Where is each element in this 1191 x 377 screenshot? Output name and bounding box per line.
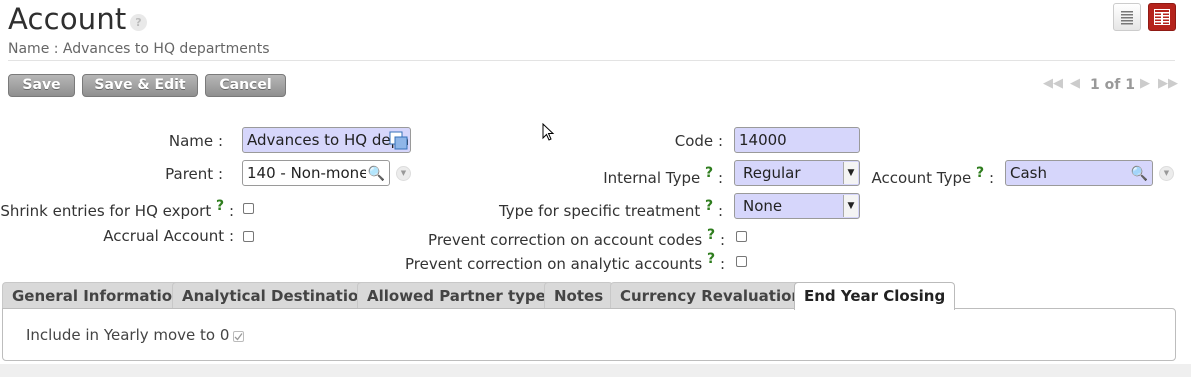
record-subtitle: Name : Advances to HQ departments (8, 41, 270, 57)
tab-notes[interactable]: Notes (544, 282, 614, 309)
name-label: Name : (168, 132, 223, 150)
search-icon[interactable]: 🔍 (365, 162, 385, 185)
help-icon[interactable]: ? (216, 198, 224, 214)
shrink-checkbox[interactable] (243, 203, 254, 214)
tab-currency-revaluation[interactable]: Currency Revaluation (610, 282, 813, 309)
prevent-analytic-label: Prevent correction on analytic accounts … (404, 251, 725, 273)
page-title: Account (8, 2, 127, 36)
include-yearly-checkbox[interactable] (233, 331, 244, 342)
tab-general-information[interactable]: General Information (2, 282, 193, 309)
specific-treatment-label: Type for specific treatment ? : (498, 198, 723, 220)
help-icon[interactable]: ? (707, 251, 715, 267)
code-input[interactable]: 14000 (734, 127, 860, 153)
header-divider (8, 60, 1175, 61)
shrink-label: Shrink entries for HQ export ? : (0, 198, 234, 220)
parent-input[interactable]: 140 - Non-moneta 🔍 (242, 160, 390, 186)
internal-type-select[interactable]: Regular ▼ (734, 160, 860, 186)
include-yearly-label: Include in Yearly move to 0 : (26, 326, 239, 344)
save-button[interactable]: Save (8, 74, 75, 97)
list-view-button[interactable] (1113, 3, 1141, 31)
last-page-icon[interactable]: ▶▶ (1158, 76, 1178, 91)
first-page-icon[interactable]: ◀◀ (1043, 76, 1063, 91)
specific-treatment-select[interactable]: None ▼ (734, 193, 860, 219)
help-icon[interactable]: ? (130, 14, 147, 31)
pager-label: 1 of 1 (1090, 77, 1135, 93)
help-icon[interactable]: ? (707, 227, 715, 243)
prev-page-icon[interactable]: ◀ (1070, 76, 1080, 91)
mouse-cursor-icon (542, 123, 555, 141)
name-input[interactable]: Advances to HQ depa (242, 127, 411, 153)
help-icon[interactable]: ? (705, 198, 713, 214)
prevent-analytic-checkbox[interactable] (736, 256, 747, 267)
checkmark-icon (234, 333, 243, 341)
tab-end-year-closing[interactable]: End Year Closing (794, 282, 956, 310)
account-type-label: Account Type ? : (871, 165, 994, 187)
search-icon[interactable]: 🔍 (1131, 162, 1148, 185)
prevent-codes-label: Prevent correction on account codes ? : (428, 227, 725, 249)
tab-allowed-partner-types[interactable]: Allowed Partner types (357, 282, 565, 309)
tab-analytical-destination[interactable]: Analytical Destination (172, 282, 379, 309)
chevron-down-icon[interactable]: ▼ (396, 166, 411, 181)
form-view-icon (1154, 9, 1170, 25)
select-arrow-icon: ▼ (843, 162, 858, 184)
cancel-button[interactable]: Cancel (205, 74, 286, 97)
tab-panel: Include in Yearly move to 0 : (2, 308, 1176, 361)
translate-icon[interactable] (389, 131, 409, 152)
list-view-icon (1121, 11, 1133, 25)
help-icon[interactable]: ? (705, 165, 713, 181)
parent-label: Parent : (165, 165, 223, 183)
select-arrow-icon: ▼ (843, 195, 858, 217)
bottom-strip (0, 364, 1191, 377)
account-type-input[interactable]: Cash 🔍 (1005, 160, 1153, 186)
next-page-icon[interactable]: ▶ (1140, 76, 1150, 91)
code-label: Code : (674, 132, 723, 150)
prevent-codes-checkbox[interactable] (736, 231, 747, 242)
accrual-checkbox[interactable] (243, 231, 254, 242)
accrual-label: Accrual Account : (103, 227, 234, 245)
internal-type-label: Internal Type ? : (603, 165, 723, 187)
form-view-button[interactable] (1148, 3, 1176, 31)
save-edit-button[interactable]: Save & Edit (82, 74, 198, 97)
chevron-down-icon[interactable]: ▼ (1159, 166, 1174, 181)
help-icon[interactable]: ? (976, 165, 984, 181)
